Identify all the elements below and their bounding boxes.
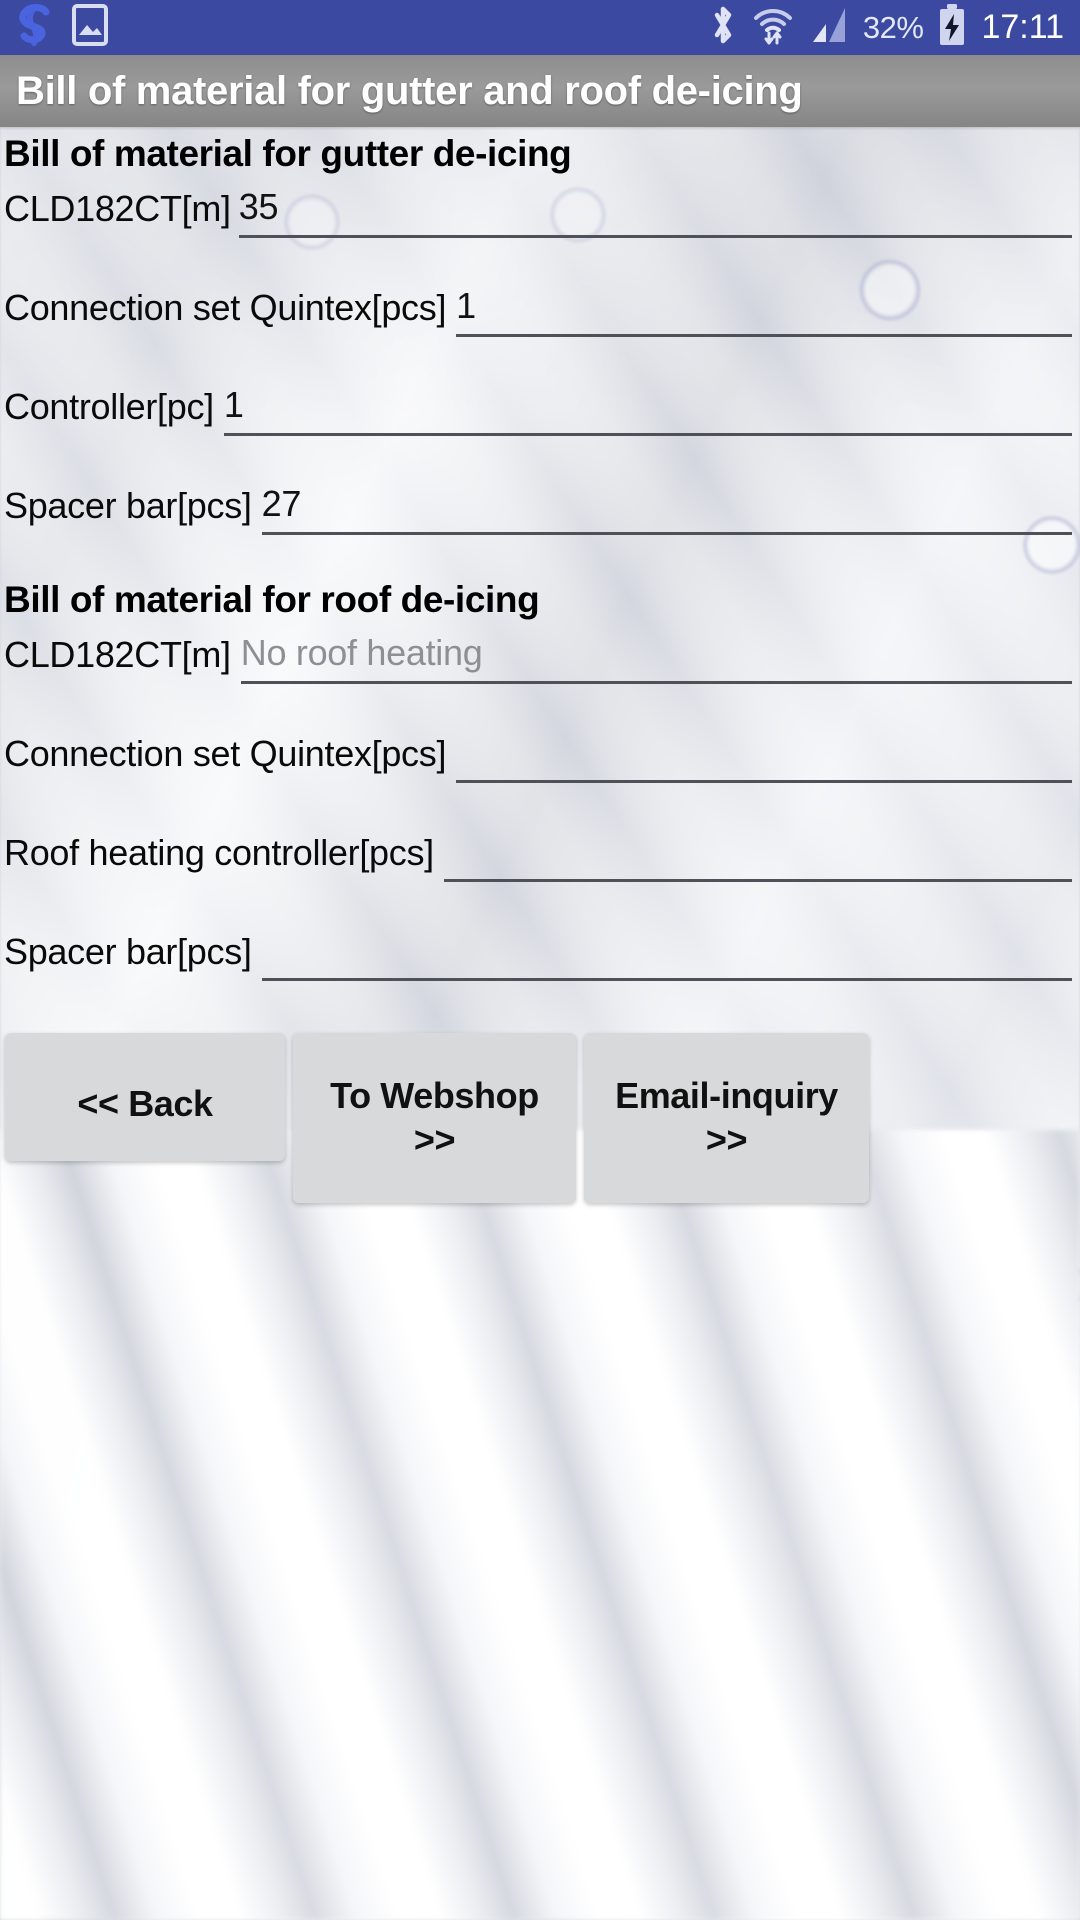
gutter-spacer-bar-input[interactable]: 27: [262, 483, 1072, 526]
row-label: CLD182CT[m]: [4, 188, 231, 229]
status-bar: 32% 17:11: [0, 0, 1080, 55]
status-bar-right-icons: 32% 17:11: [709, 3, 1064, 52]
field-wrapper: [261, 920, 1080, 1019]
form-row-gutter-connection-set: Connection set Quintex[pcs] 1: [0, 276, 1080, 375]
app-s-logo-icon: [16, 3, 56, 52]
row-label: Connection set Quintex[pcs]: [4, 733, 447, 774]
roof-cld182ct-input[interactable]: No roof heating: [241, 632, 1072, 675]
field-underline: [238, 235, 1072, 238]
field-underline: [240, 681, 1072, 684]
cellular-signal-icon: [809, 4, 849, 51]
field-underline: [261, 532, 1072, 535]
to-webshop-button-label: To Webshop: [330, 1075, 539, 1117]
gutter-controller-input[interactable]: 1: [224, 384, 1072, 427]
email-inquiry-button-label: Email-inquiry: [615, 1075, 838, 1117]
clock-label: 17:11: [981, 8, 1064, 46]
gutter-connection-set-input[interactable]: 1: [456, 285, 1072, 328]
row-label: Roof heating controller[pcs]: [4, 832, 434, 873]
field-wrapper: 35: [238, 177, 1080, 276]
row-label: CLD182CT[m]: [4, 634, 231, 675]
screenshot-image-icon: [72, 4, 108, 51]
roof-connection-set-input[interactable]: [456, 732, 1072, 774]
field-underline: [456, 780, 1072, 783]
form-row-gutter-controller: Controller[pc] 1: [0, 375, 1080, 474]
row-label: Controller[pc]: [4, 386, 214, 427]
email-inquiry-button-chevron: >>: [705, 1119, 748, 1160]
form-row-roof-cld182ct: CLD182CT[m] No roof heating: [0, 623, 1080, 722]
row-label: Connection set Quintex[pcs]: [4, 287, 447, 328]
battery-percent-label: 32%: [862, 9, 924, 45]
field-underline: [223, 433, 1072, 436]
page-title: Bill of material for gutter and roof de-…: [16, 68, 803, 113]
roof-spacer-bar-input[interactable]: [262, 930, 1072, 972]
to-webshop-button-chevron: >>: [413, 1119, 456, 1160]
row-label: Spacer bar[pcs]: [4, 931, 252, 972]
field-underline: [456, 334, 1072, 337]
form-row-roof-connection-set: Connection set Quintex[pcs]: [0, 722, 1080, 821]
form-row-gutter-spacer-bar: Spacer bar[pcs] 27: [0, 474, 1080, 573]
field-wrapper: [456, 722, 1080, 821]
field-wrapper: 1: [456, 276, 1080, 375]
form-row-gutter-cld182ct: CLD182CT[m] 35: [0, 177, 1080, 276]
to-webshop-button[interactable]: To Webshop >>: [293, 1033, 576, 1203]
roof-heating-controller-input[interactable]: [444, 831, 1072, 873]
action-bar: Bill of material for gutter and roof de-…: [0, 55, 1080, 127]
gutter-section-heading: Bill of material for gutter de-icing: [4, 133, 572, 174]
field-underline: [261, 978, 1072, 981]
field-underline: [443, 879, 1072, 882]
field-wrapper: 1: [223, 375, 1080, 474]
wifi-icon: [751, 3, 795, 52]
row-label: Spacer bar[pcs]: [4, 485, 252, 526]
email-inquiry-button[interactable]: Email-inquiry >>: [584, 1033, 869, 1203]
button-bar: << Back To Webshop >> Email-inquiry >>: [0, 1023, 1080, 1203]
bluetooth-icon: [709, 4, 737, 51]
field-wrapper: 27: [261, 474, 1080, 573]
battery-charging-icon: [937, 3, 967, 52]
gutter-cld182ct-input[interactable]: 35: [239, 186, 1072, 229]
field-wrapper: [443, 821, 1080, 920]
status-bar-left-icons: [16, 3, 108, 52]
field-wrapper: No roof heating: [240, 623, 1080, 722]
form-row-roof-heating-controller: Roof heating controller[pcs]: [0, 821, 1080, 920]
form-row-roof-spacer-bar: Spacer bar[pcs]: [0, 920, 1080, 1019]
bill-of-material-form: Bill of material for gutter de-icing CLD…: [0, 127, 1080, 1019]
roof-section-heading: Bill of material for roof de-icing: [4, 579, 540, 620]
back-button[interactable]: << Back: [5, 1033, 285, 1161]
